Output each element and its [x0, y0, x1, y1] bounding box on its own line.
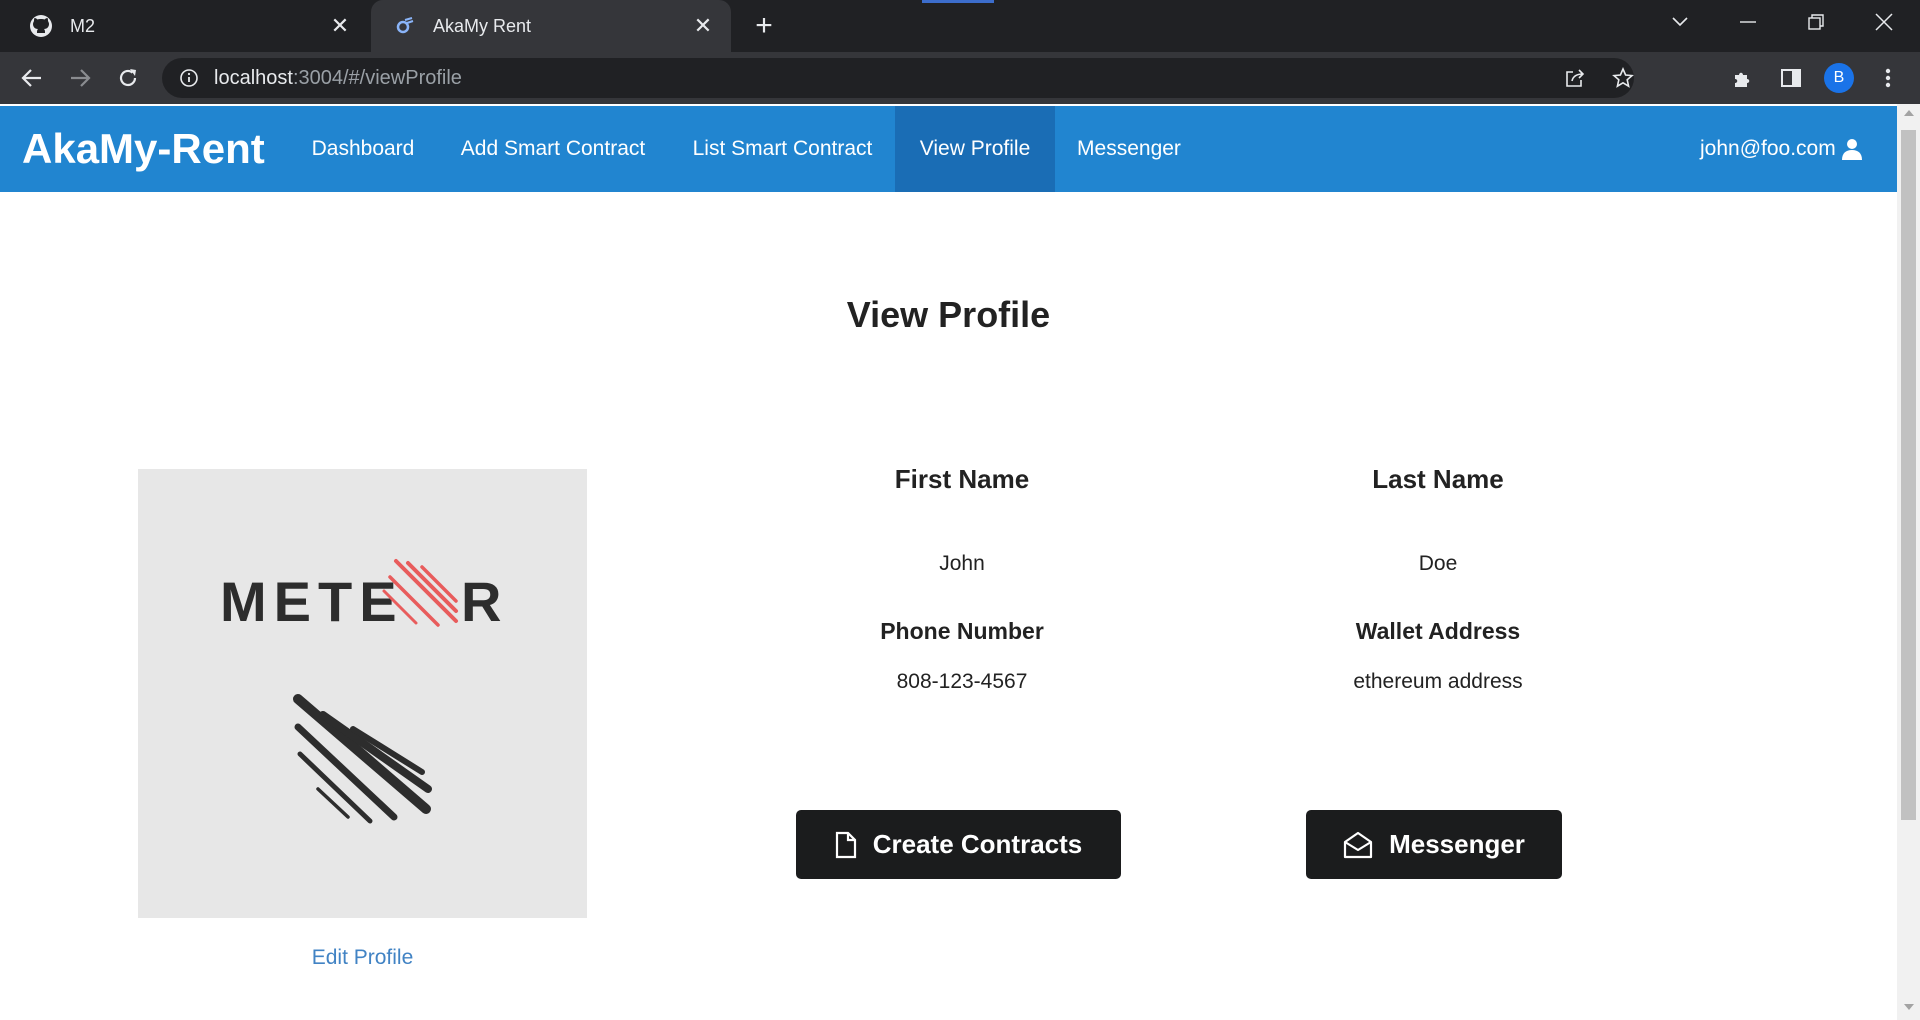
- browser-toolbar: localhost:3004/#/viewProfile B: [0, 52, 1920, 104]
- app-navbar: AkaMy-Rent Dashboard Add Smart Contract …: [0, 106, 1897, 192]
- back-arrow-icon[interactable]: [16, 62, 48, 94]
- browser-tab-akamy-rent[interactable]: AkaMy Rent ✕: [371, 0, 731, 52]
- tab-title: M2: [70, 15, 96, 36]
- scroll-up-arrow-icon[interactable]: [1897, 108, 1920, 122]
- kebab-menu-icon[interactable]: [1872, 62, 1904, 94]
- scrollbar-thumb[interactable]: [1901, 130, 1916, 820]
- close-icon[interactable]: ✕: [326, 12, 354, 40]
- chevron-down-icon[interactable]: [1652, 0, 1708, 44]
- create-contracts-label: Create Contracts: [872, 829, 1083, 859]
- app-brand[interactable]: AkaMy-Rent: [22, 106, 265, 192]
- bookmark-star-icon[interactable]: [1603, 58, 1643, 98]
- meteor-logo: METE R: [220, 559, 501, 824]
- messenger-label: Messenger: [1389, 829, 1525, 859]
- share-icon[interactable]: [1555, 58, 1595, 98]
- tab-title: AkaMy Rent: [433, 15, 532, 36]
- user-icon: [1840, 137, 1864, 161]
- first-name-value: John: [939, 552, 985, 575]
- page-viewport: AkaMy-Rent Dashboard Add Smart Contract …: [0, 104, 1897, 1020]
- profile-initial: B: [1824, 63, 1854, 93]
- wallet-address-value: ethereum address: [1353, 670, 1523, 693]
- extensions-puzzle-icon[interactable]: [1727, 62, 1759, 94]
- last-name-label: Last Name: [1372, 464, 1504, 494]
- create-contracts-button[interactable]: Create Contracts: [796, 810, 1121, 879]
- address-bar[interactable]: localhost:3004/#/viewProfile: [162, 58, 1634, 98]
- edit-profile-link[interactable]: Edit Profile: [138, 946, 587, 970]
- side-panel-icon[interactable]: [1775, 62, 1807, 94]
- close-icon[interactable]: ✕: [689, 12, 717, 40]
- last-name-value: Doe: [1418, 552, 1458, 575]
- meteor-black-streaks: [293, 694, 432, 824]
- tab-strip-indicator: [922, 0, 994, 3]
- page-title: View Profile: [846, 294, 1051, 335]
- github-icon: [28, 13, 54, 39]
- nav-messenger[interactable]: Messenger: [1055, 106, 1203, 192]
- info-icon[interactable]: [178, 67, 200, 89]
- phone-number-label: Phone Number: [880, 618, 1044, 644]
- profile-avatar-icon[interactable]: B: [1823, 62, 1855, 94]
- url-path: :3004/#/viewProfile: [292, 66, 462, 89]
- window-close-icon[interactable]: [1856, 0, 1912, 44]
- address-url: localhost:3004/#/viewProfile: [214, 67, 462, 90]
- nav-dashboard[interactable]: Dashboard: [290, 106, 436, 192]
- nav-list-smart-contract[interactable]: List Smart Contract: [670, 106, 895, 192]
- forward-arrow-icon[interactable]: [64, 62, 96, 94]
- wallet-address-label: Wallet Address: [1355, 618, 1521, 644]
- meteor-icon: [391, 13, 417, 39]
- meteor-wordmark-end: R: [461, 570, 501, 633]
- user-email: john@foo.com: [1700, 137, 1836, 160]
- file-icon: [835, 831, 857, 859]
- url-host: localhost: [214, 66, 293, 89]
- page-scrollbar[interactable]: [1897, 104, 1920, 1020]
- profile-image: METE R: [138, 469, 587, 918]
- phone-number-value: 808-123-4567: [896, 670, 1028, 693]
- messenger-button[interactable]: Messenger: [1306, 810, 1562, 879]
- browser-tab-m2[interactable]: M2 ✕: [8, 0, 368, 52]
- meteor-wordmark-start: METE: [220, 570, 404, 633]
- new-tab-icon[interactable]: +: [748, 9, 780, 42]
- browser-tabstrip: M2 ✕ AkaMy Rent ✕ +: [0, 0, 1920, 52]
- reload-icon[interactable]: [112, 62, 144, 94]
- restore-icon[interactable]: [1788, 0, 1844, 44]
- minimize-icon[interactable]: [1720, 0, 1776, 44]
- nav-add-smart-contract[interactable]: Add Smart Contract: [436, 106, 670, 192]
- scroll-down-arrow-icon[interactable]: [1897, 1002, 1920, 1016]
- envelope-open-icon: [1343, 831, 1373, 859]
- user-menu[interactable]: john@foo.com: [1700, 106, 1864, 192]
- first-name-label: First Name: [894, 464, 1030, 494]
- nav-view-profile[interactable]: View Profile: [895, 106, 1055, 192]
